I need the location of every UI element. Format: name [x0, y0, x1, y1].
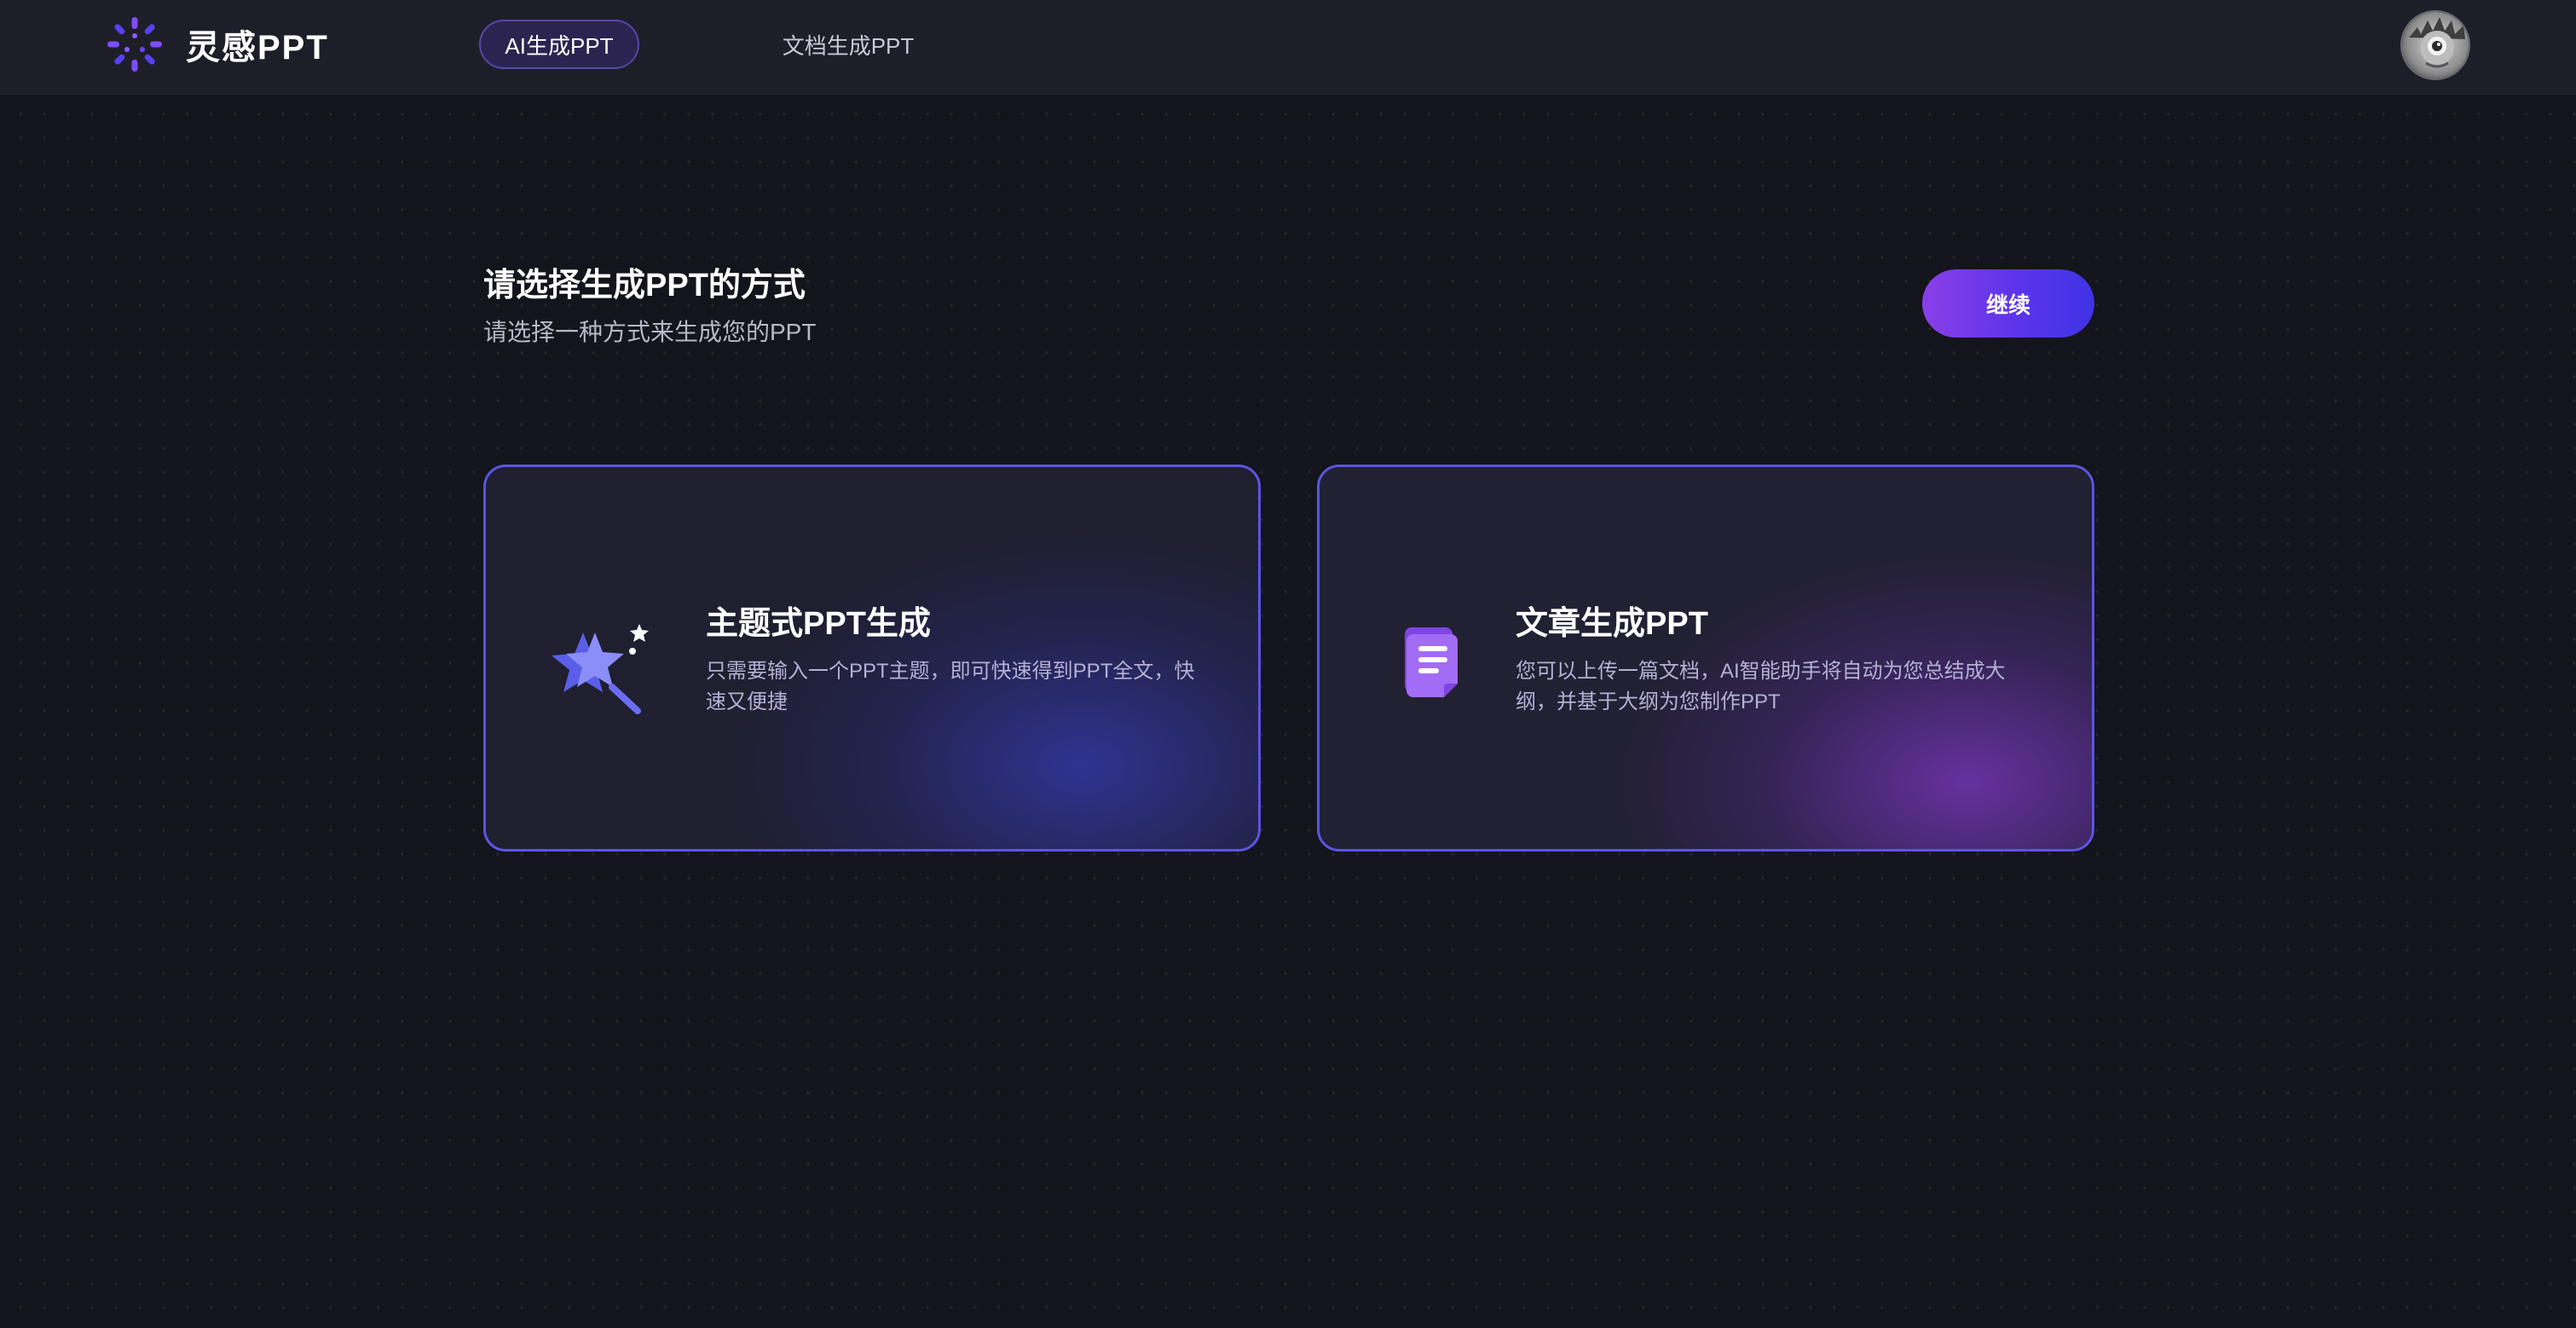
card-description: 您可以上传一篇文档，AI智能助手将自动为您总结成大纲，并基于大纲为您制作PPT	[1516, 656, 2036, 718]
top-header: 灵感PPT AI生成PPT 文档生成PPT	[0, 0, 2576, 95]
page-title: 请选择生成PPT的方式	[483, 258, 806, 305]
card-title: 主题式PPT生成	[706, 597, 931, 644]
card-title: 文章生成PPT	[1516, 597, 1708, 644]
card-description: 只需要输入一个PPT主题，即可快速得到PPT全文，快速又便捷	[706, 656, 1200, 718]
brand[interactable]: 灵感PPT	[104, 14, 329, 75]
tab-document-generate-ppt[interactable]: 文档生成PPT	[767, 20, 929, 69]
continue-button[interactable]: 继续	[1922, 269, 2094, 338]
option-card-article-ppt[interactable]: 文章生成PPT 您可以上传一篇文档，AI智能助手将自动为您总结成大纲，并基于大纲…	[1317, 465, 2094, 852]
brand-logo-icon	[104, 14, 165, 75]
page-subtitle: 请选择一种方式来生成您的PPT	[483, 314, 816, 348]
magic-wand-star-icon	[537, 603, 665, 731]
user-avatar-icon	[2402, 12, 2470, 80]
avatar[interactable]	[2400, 10, 2470, 80]
brand-name: 灵感PPT	[186, 20, 329, 69]
option-card-topic-ppt[interactable]: 主题式PPT生成 只需要输入一个PPT主题，即可快速得到PPT全文，快速又便捷	[483, 465, 1261, 852]
document-icon	[1371, 603, 1499, 731]
tab-ai-generate-ppt[interactable]: AI生成PPT	[479, 20, 639, 69]
